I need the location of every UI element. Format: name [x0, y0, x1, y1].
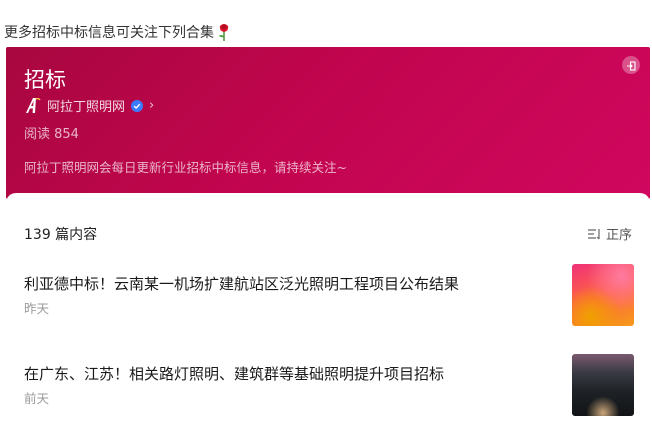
- list-item[interactable]: 在广东、江苏！相关路灯照明、建筑群等基础照明提升项目招标 前天: [24, 354, 634, 418]
- list-item[interactable]: 利亚德中标！云南某一机场扩建航站区泛光照明工程项目公布结果 昨天: [24, 264, 634, 328]
- read-count: 阅读 854: [24, 127, 79, 142]
- exit-button[interactable]: [622, 56, 640, 74]
- article-time: 昨天: [24, 301, 50, 316]
- author-logo-icon: [24, 97, 41, 114]
- collection-title: 招标: [24, 68, 66, 92]
- content-list: 139 篇内容 正序 利亚德中标！云南某一机场扩建航站区泛光照明工程项目公布结果…: [6, 193, 650, 425]
- verified-icon: [131, 99, 144, 112]
- article-title: 在广东、江苏！相关路灯照明、建筑群等基础照明提升项目招标: [24, 365, 445, 383]
- intro-line: 更多招标中标信息可关注下列合集: [4, 22, 231, 42]
- collection-banner: 招标 阿拉丁照明网 › 阅读 854 阿拉丁照明网会每日更新行业招标中标信息，请…: [6, 47, 650, 199]
- author-name: 阿拉丁照明网: [47, 100, 126, 115]
- content-count: 139 篇内容: [24, 227, 98, 243]
- sort-toggle[interactable]: 正序: [587, 224, 632, 243]
- intro-text: 更多招标中标信息可关注下列合集: [4, 25, 214, 41]
- article-title: 利亚德中标！云南某一机场扩建航站区泛光照明工程项目公布结果: [24, 275, 460, 293]
- author-link[interactable]: 阿拉丁照明网 ›: [24, 96, 154, 115]
- chevron-right-icon: ›: [149, 98, 155, 113]
- exit-icon: [626, 56, 636, 75]
- article-thumbnail: [572, 354, 634, 416]
- collection-description: 阿拉丁照明网会每日更新行业招标中标信息，请持续关注~: [24, 160, 347, 175]
- sort-icon: [587, 228, 601, 240]
- rose-icon: [217, 23, 231, 41]
- sort-label: 正序: [605, 228, 632, 243]
- article-thumbnail: [572, 264, 634, 326]
- article-time: 前天: [24, 391, 50, 406]
